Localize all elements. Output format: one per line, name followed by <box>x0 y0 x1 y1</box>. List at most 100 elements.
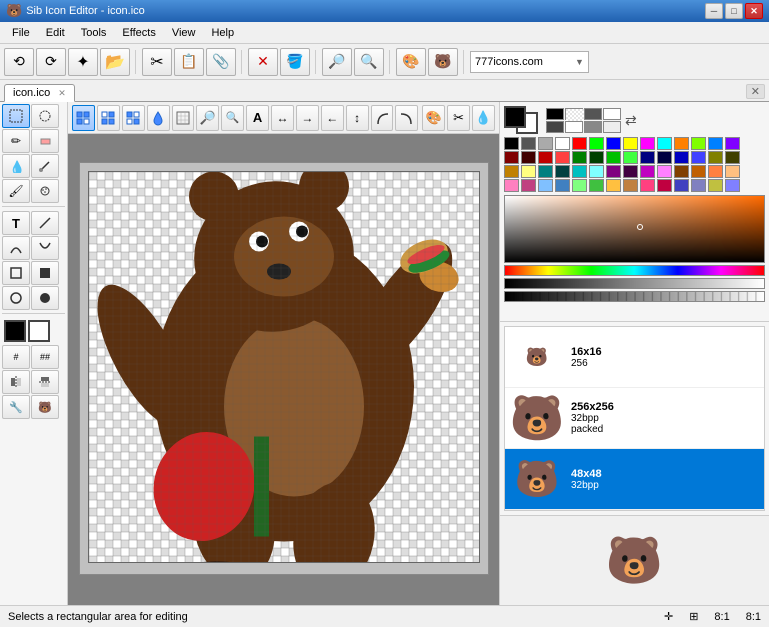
color-gradient-picker[interactable] <box>504 195 765 263</box>
url-dropdown-arrow[interactable]: ▼ <box>575 57 584 67</box>
palette-color-6[interactable] <box>606 137 621 150</box>
close-all-btn[interactable]: ✕ <box>746 84 765 99</box>
swatch-gray[interactable] <box>584 108 602 120</box>
icon-size-item-1[interactable]: 🐻 256x256 32bpp packed <box>505 388 764 449</box>
canvas-btn-arrow-l[interactable]: ← <box>321 105 344 131</box>
tool-curve[interactable] <box>2 236 30 260</box>
palette-color-41[interactable] <box>725 165 740 178</box>
maximize-button[interactable]: □ <box>725 3 743 19</box>
tool-import[interactable]: 🔧 <box>2 395 30 419</box>
palette-color-8[interactable] <box>640 137 655 150</box>
palette-color-18[interactable] <box>572 151 587 164</box>
bw-bar-canvas[interactable] <box>504 291 765 302</box>
icon-size-item-3[interactable]: 🐻 40x40 32bpp <box>505 510 764 511</box>
palette-color-10[interactable] <box>674 137 689 150</box>
canvas-btn-grid3[interactable] <box>122 105 145 131</box>
palette-color-25[interactable] <box>691 151 706 164</box>
swatch-mid[interactable] <box>584 121 602 133</box>
palette-color-3[interactable] <box>555 137 570 150</box>
hue-bar[interactable] <box>504 265 765 276</box>
menu-view[interactable]: View <box>164 25 204 41</box>
swap-colors-icon[interactable]: ⇄ <box>625 112 637 129</box>
tool-eraser[interactable] <box>31 129 59 153</box>
palette-color-35[interactable] <box>623 165 638 178</box>
swatch-black[interactable] <box>546 108 564 120</box>
palette-color-27[interactable] <box>725 151 740 164</box>
palette-color-49[interactable] <box>623 179 638 192</box>
toolbar-open[interactable]: 📂 <box>100 48 130 76</box>
palette-color-13[interactable] <box>725 137 740 150</box>
toolbar-paste[interactable]: 📎 <box>206 48 236 76</box>
canvas-btn-arrow-lr[interactable]: ↔ <box>271 105 294 131</box>
palette-color-44[interactable] <box>538 179 553 192</box>
palette-color-40[interactable] <box>708 165 723 178</box>
canvas-btn-text[interactable]: A <box>246 105 269 131</box>
palette-color-30[interactable] <box>538 165 553 178</box>
tool-text[interactable]: T <box>2 211 30 235</box>
palette-color-29[interactable] <box>521 165 536 178</box>
palette-color-21[interactable] <box>623 151 638 164</box>
palette-color-33[interactable] <box>589 165 604 178</box>
canvas-btn-right3[interactable]: 💧 <box>472 105 495 131</box>
fg-color-box[interactable] <box>4 320 26 342</box>
palette-color-12[interactable] <box>708 137 723 150</box>
canvas-btn-curve-r[interactable] <box>395 105 418 131</box>
palette-color-28[interactable] <box>504 165 519 178</box>
palette-color-5[interactable] <box>589 137 604 150</box>
palette-color-39[interactable] <box>691 165 706 178</box>
canvas-btn-grid2[interactable] <box>97 105 120 131</box>
close-button[interactable]: ✕ <box>745 3 763 19</box>
tool-spray[interactable] <box>31 179 59 203</box>
palette-color-15[interactable] <box>521 151 536 164</box>
icon-size-list[interactable]: 🐻 16x16 256 🐻 256x256 32bpp packed 🐻 48x… <box>504 326 765 511</box>
palette-color-42[interactable] <box>504 179 519 192</box>
url-input[interactable] <box>475 56 575 68</box>
canvas-btn-grid1[interactable] <box>72 105 95 131</box>
minimize-button[interactable]: ─ <box>705 3 723 19</box>
palette-color-55[interactable] <box>725 179 740 192</box>
menu-tools[interactable]: Tools <box>73 25 115 41</box>
palette-color-53[interactable] <box>691 179 706 192</box>
canvas-btn-zoom-in[interactable]: 🔎 <box>196 105 219 131</box>
palette-color-17[interactable] <box>555 151 570 164</box>
palette-color-52[interactable] <box>674 179 689 192</box>
menu-help[interactable]: Help <box>203 25 242 41</box>
palette-color-50[interactable] <box>640 179 655 192</box>
palette-color-26[interactable] <box>708 151 723 164</box>
bw-bar[interactable] <box>504 291 765 302</box>
tool-pencil[interactable]: ✏ <box>2 129 30 153</box>
icon-size-item-0[interactable]: 🐻 16x16 256 <box>505 327 764 388</box>
gray-bar-canvas[interactable] <box>504 278 765 289</box>
tab-close-icon[interactable]: ✕ <box>58 88 66 99</box>
tool-mirror-h[interactable] <box>2 370 30 394</box>
toolbar-zoom-out[interactable]: 🔍 <box>354 48 384 76</box>
toolbar-new[interactable]: ✦ <box>68 48 98 76</box>
tool-grid-small[interactable]: # <box>2 345 30 369</box>
toolbar-fill[interactable]: 🪣 <box>280 48 310 76</box>
tool-fill[interactable]: 💧 <box>2 154 30 178</box>
palette-color-45[interactable] <box>555 179 570 192</box>
palette-color-4[interactable] <box>572 137 587 150</box>
toolbar-forward[interactable]: ⟳ <box>36 48 66 76</box>
palette-color-20[interactable] <box>606 151 621 164</box>
toolbar-icon1[interactable]: 🎨 <box>396 48 426 76</box>
tool-mirror-v[interactable] <box>31 370 59 394</box>
palette-color-47[interactable] <box>589 179 604 192</box>
tool-rect-fill[interactable] <box>31 261 59 285</box>
tool-select-ellipse[interactable] <box>31 104 59 128</box>
tab-close-btn[interactable]: ✕ <box>746 84 765 101</box>
palette-color-22[interactable] <box>640 151 655 164</box>
canvas-btn-zoom-out[interactable]: 🔍 <box>221 105 244 131</box>
hue-bar-canvas[interactable] <box>504 265 765 276</box>
toolbar-delete[interactable]: ✕ <box>248 48 278 76</box>
canvas-btn-right2[interactable]: ✂ <box>447 105 470 131</box>
tool-ellipse-fill[interactable] <box>31 286 59 310</box>
menu-edit[interactable]: Edit <box>38 25 73 41</box>
palette-color-11[interactable] <box>691 137 706 150</box>
canvas-btn-arrow-u[interactable]: ↕ <box>346 105 369 131</box>
tool-curve2[interactable] <box>31 236 59 260</box>
palette-color-54[interactable] <box>708 179 723 192</box>
toolbar-icon2[interactable]: 🐻 <box>428 48 458 76</box>
tool-colorpick[interactable] <box>31 154 59 178</box>
palette-color-16[interactable] <box>538 151 553 164</box>
